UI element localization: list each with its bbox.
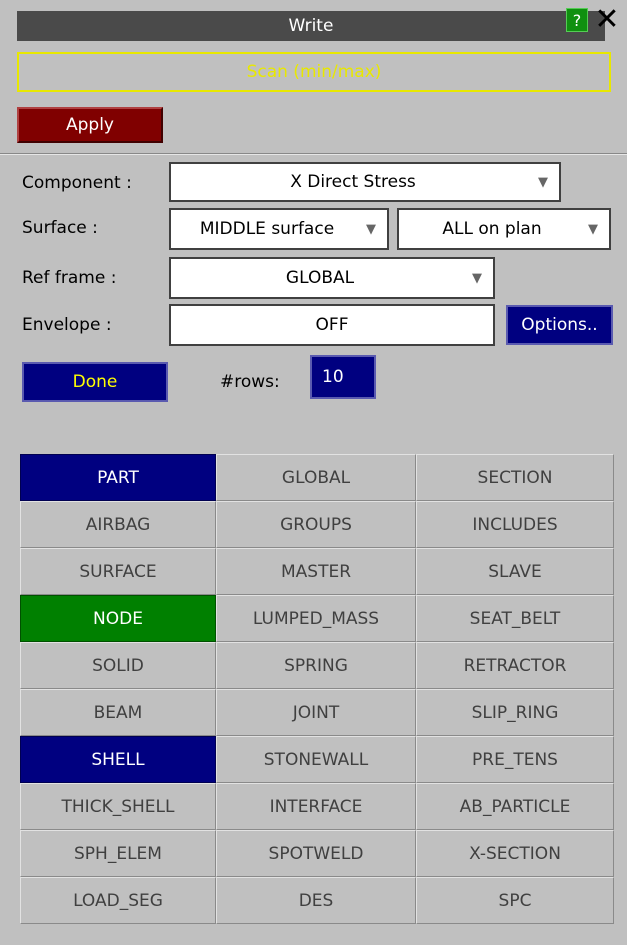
help-button[interactable]: ? (566, 8, 588, 32)
entity-button-slave[interactable]: SLAVE (416, 548, 614, 595)
divider (0, 153, 627, 155)
ref-frame-dropdown[interactable]: GLOBAL ▼ (169, 257, 495, 299)
window-title-bar: Write (17, 11, 605, 41)
entity-button-part[interactable]: PART (20, 454, 216, 501)
entity-button-airbag[interactable]: AIRBAG (20, 501, 216, 548)
surface-value: MIDDLE surface (199, 219, 335, 239)
entity-button-seat-belt[interactable]: SEAT_BELT (416, 595, 614, 642)
scan-minmax-button[interactable]: Scan (min/max) (17, 52, 611, 92)
window-title: Write (288, 16, 334, 36)
entity-button-lumped-mass[interactable]: LUMPED_MASS (216, 595, 416, 642)
entity-button-master[interactable]: MASTER (216, 548, 416, 595)
apply-button[interactable]: Apply (17, 107, 163, 143)
entity-button-spring[interactable]: SPRING (216, 642, 416, 689)
dropdown-arrow-icon: ▼ (538, 174, 548, 190)
component-value: X Direct Stress (290, 172, 416, 192)
ref-frame-value: GLOBAL (285, 268, 355, 288)
entity-button-global[interactable]: GLOBAL (216, 454, 416, 501)
entity-button-includes[interactable]: INCLUDES (416, 501, 614, 548)
surface-plan-value: ALL on plan (442, 219, 542, 239)
entity-button-pre-tens[interactable]: PRE_TENS (416, 736, 614, 783)
component-label: Component : (22, 173, 132, 193)
close-icon[interactable]: ✕ (592, 5, 622, 36)
entity-button-ab-particle[interactable]: AB_PARTICLE (416, 783, 614, 830)
rows-label: #rows: (220, 372, 280, 392)
entity-button-surface[interactable]: SURFACE (20, 548, 216, 595)
ref-frame-label: Ref frame : (22, 268, 117, 288)
done-button[interactable]: Done (22, 362, 168, 402)
entity-button-stonewall[interactable]: STONEWALL (216, 736, 416, 783)
entity-button-spc[interactable]: SPC (416, 877, 614, 924)
dropdown-arrow-icon: ▼ (366, 221, 376, 237)
entity-button-slip-ring[interactable]: SLIP_RING (416, 689, 614, 736)
envelope-value: OFF (315, 315, 349, 335)
entity-button-node[interactable]: NODE (20, 595, 216, 642)
envelope-dropdown[interactable]: OFF (169, 304, 495, 346)
dropdown-arrow-icon: ▼ (588, 221, 598, 237)
entity-type-grid: PART GLOBAL SECTION AIRBAG GROUPS INCLUDES SUR… (20, 454, 614, 924)
entity-button-shell[interactable]: SHELL (20, 736, 216, 783)
dropdown-arrow-icon: ▼ (472, 270, 482, 286)
entity-button-spotweld[interactable]: SPOTWELD (216, 830, 416, 877)
entity-button-solid[interactable]: SOLID (20, 642, 216, 689)
envelope-label: Envelope : (22, 315, 112, 335)
options-button[interactable]: Options.. (506, 305, 613, 345)
rows-input[interactable]: 10 (310, 355, 376, 399)
entity-button-groups[interactable]: GROUPS (216, 501, 416, 548)
entity-button-x-section[interactable]: X-SECTION (416, 830, 614, 877)
entity-button-beam[interactable]: BEAM (20, 689, 216, 736)
surface-label: Surface : (22, 218, 98, 238)
entity-button-des[interactable]: DES (216, 877, 416, 924)
component-dropdown[interactable]: X Direct Stress ▼ (169, 162, 561, 202)
surface-dropdown[interactable]: MIDDLE surface ▼ (169, 208, 389, 250)
entity-button-thick-shell[interactable]: THICK_SHELL (20, 783, 216, 830)
entity-button-joint[interactable]: JOINT (216, 689, 416, 736)
entity-button-retractor[interactable]: RETRACTOR (416, 642, 614, 689)
entity-button-load-seg[interactable]: LOAD_SEG (20, 877, 216, 924)
entity-button-interface[interactable]: INTERFACE (216, 783, 416, 830)
surface-plan-dropdown[interactable]: ALL on plan ▼ (397, 208, 611, 250)
entity-button-sph-elem[interactable]: SPH_ELEM (20, 830, 216, 877)
entity-button-section[interactable]: SECTION (416, 454, 614, 501)
